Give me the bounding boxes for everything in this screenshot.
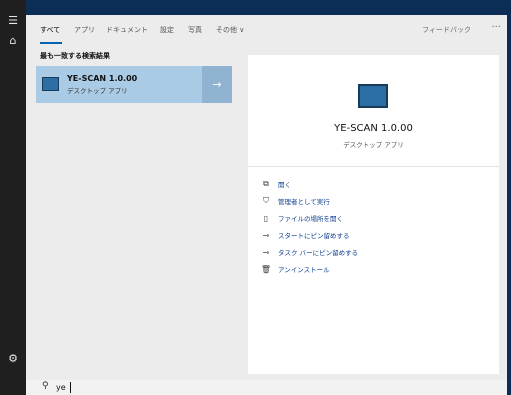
action-label: タスク バーにピン留めする bbox=[278, 249, 359, 257]
home-icon[interactable]: ⌂ bbox=[0, 34, 26, 47]
action-label: 開く bbox=[278, 181, 291, 189]
admin-run-icon: ⛉ bbox=[263, 196, 269, 205]
action-uninstall[interactable]: 🗑 アンインストール bbox=[260, 262, 330, 276]
hamburger-icon[interactable]: ☰ bbox=[0, 14, 26, 27]
open-icon: ⧉ bbox=[263, 179, 269, 188]
action-run-as-admin[interactable]: ⛉ 管理者として実行 bbox=[260, 194, 330, 208]
pin-taskbar-icon: ⊸ bbox=[262, 247, 270, 257]
detail-app-name: YE-SCAN 1.0.00 bbox=[334, 123, 413, 134]
tab-documents[interactable]: ドキュメント bbox=[106, 25, 148, 35]
search-icon: ⚲ bbox=[42, 381, 49, 391]
left-rail: ☰ ⌂ ⚙ bbox=[0, 0, 26, 395]
best-match-result[interactable]: YE-SCAN 1.0.00 デスクトップ アプリ → bbox=[36, 66, 232, 103]
tab-settings[interactable]: 設定 bbox=[160, 25, 174, 35]
best-match-heading: 最も一致する検索結果 bbox=[40, 52, 110, 60]
action-label: 管理者として実行 bbox=[278, 198, 330, 206]
action-pin-to-taskbar[interactable]: ⊸ タスク バーにピン留めする bbox=[260, 245, 358, 259]
gear-icon[interactable]: ⚙ bbox=[0, 352, 26, 365]
result-app-type: デスクトップ アプリ bbox=[67, 87, 128, 95]
text-caret bbox=[70, 382, 71, 393]
result-app-name: YE-SCAN 1.0.00 bbox=[67, 74, 138, 83]
tab-all[interactable]: すべて bbox=[40, 25, 60, 35]
tab-photos[interactable]: 写真 bbox=[188, 25, 202, 35]
search-input[interactable]: ye bbox=[56, 383, 66, 392]
action-open[interactable]: ⧉ 開く bbox=[260, 177, 291, 191]
uninstall-icon: 🗑 bbox=[260, 264, 272, 274]
app-folder-icon bbox=[358, 84, 388, 108]
file-location-icon: ▯ bbox=[263, 213, 269, 223]
expand-arrow-icon[interactable]: → bbox=[202, 66, 232, 103]
divider bbox=[248, 166, 499, 167]
search-panel: すべて アプリ ドキュメント 設定 写真 その他 ∨ フィードバック ··· 最… bbox=[26, 15, 507, 380]
active-tab-indicator bbox=[40, 42, 62, 44]
action-open-file-location[interactable]: ▯ ファイルの場所を開く bbox=[260, 211, 343, 225]
action-label: ファイルの場所を開く bbox=[278, 215, 343, 223]
app-folder-icon bbox=[42, 77, 59, 91]
feedback-link[interactable]: フィードバック bbox=[422, 25, 471, 35]
tab-bar: すべて アプリ ドキュメント 設定 写真 その他 ∨ フィードバック ··· bbox=[26, 15, 507, 45]
pin-start-icon: ⊸ bbox=[262, 230, 270, 240]
action-label: スタートにピン留めする bbox=[278, 232, 350, 240]
action-label: アンインストール bbox=[278, 266, 330, 274]
detail-pane: YE-SCAN 1.0.00 デスクトップ アプリ ⧉ 開く ⛉ 管理者として実… bbox=[248, 55, 499, 374]
more-options-icon[interactable]: ··· bbox=[491, 22, 501, 33]
tab-more[interactable]: その他 ∨ bbox=[216, 25, 244, 35]
search-box[interactable]: ⚲ ye bbox=[26, 380, 507, 395]
action-pin-to-start[interactable]: ⊸ スタートにピン留めする bbox=[260, 228, 350, 242]
tab-apps[interactable]: アプリ bbox=[74, 25, 95, 35]
detail-app-type: デスクトップ アプリ bbox=[343, 141, 404, 149]
